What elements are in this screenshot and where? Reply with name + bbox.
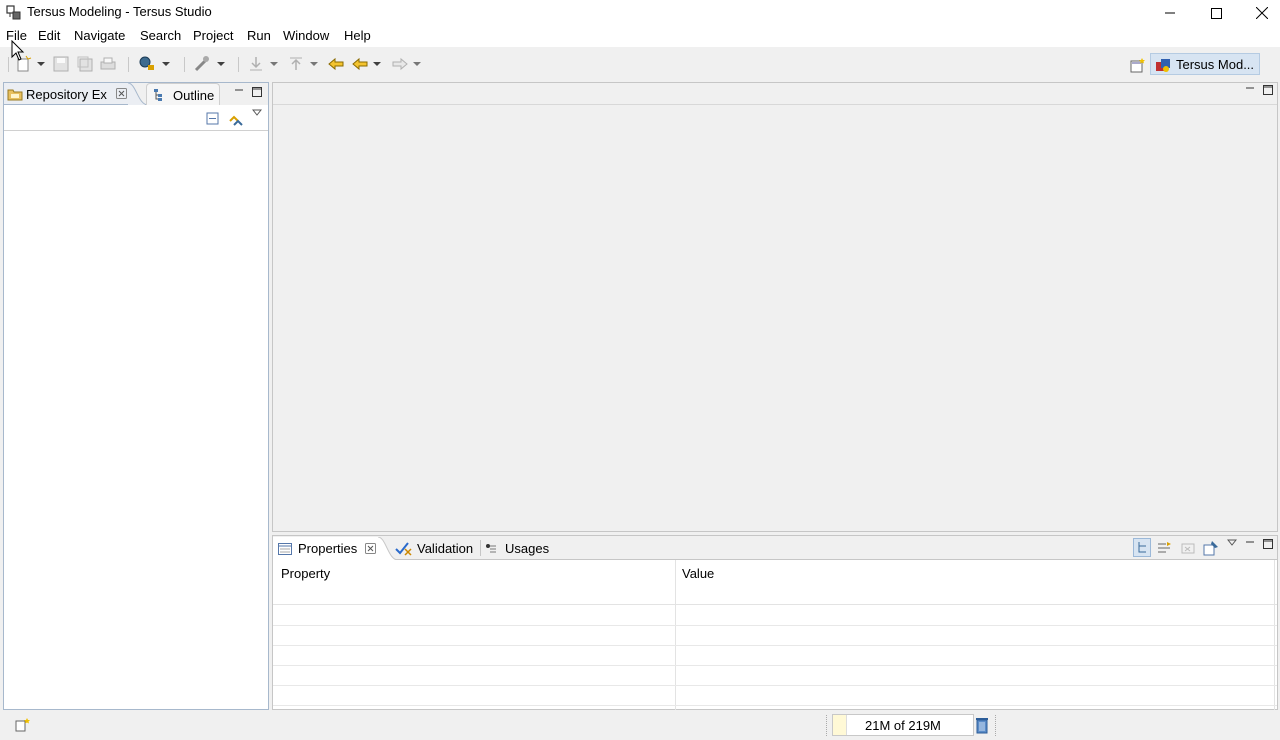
menu-edit[interactable]: Edit [38,28,60,43]
minimize-editor-icon[interactable] [1245,85,1255,95]
tab-repository-explorer[interactable]: Repository Ex [4,83,132,105]
tab-properties-label: Properties [298,541,358,556]
bottom-view-tabstrip: Properties Validation Usages [273,536,1277,560]
heap-usage-bar [833,715,847,735]
forward-button[interactable] [391,55,421,73]
view-menu-icon[interactable] [1227,539,1237,547]
tersus-perspective-icon [1156,59,1170,72]
open-perspective-button[interactable] [1130,56,1146,74]
import-button[interactable] [248,55,278,73]
view-menu-icon[interactable] [252,109,262,117]
back-history-button[interactable] [327,55,345,73]
print-button[interactable] [100,55,116,73]
left-view-tabstrip: Repository Ex Outline [4,83,268,105]
tab-properties[interactable]: Properties [273,537,381,560]
main-toolbar [0,47,1280,80]
back-history-icon [328,57,344,71]
validation-icon [395,541,412,556]
forward-icon [392,57,408,71]
properties-icon [278,542,292,555]
menu-search[interactable]: Search [140,28,181,43]
open-perspective-icon [1130,58,1145,73]
save-all-button[interactable] [77,55,93,73]
mouse-cursor-icon [11,40,25,61]
repository-tree[interactable] [4,131,268,709]
outline-icon [154,89,162,101]
column-value[interactable]: Value [682,566,714,581]
perspective-tersus-modeling[interactable]: Tersus Mod... [1150,53,1260,75]
usages-icon [486,543,496,552]
heap-status-text: 21M of 219M [865,718,941,733]
maximize-editor-icon[interactable] [1263,85,1273,95]
tab-repository-explorer-label: Repository Ex [26,87,107,102]
save-icon [53,56,69,72]
search-button[interactable] [138,55,170,73]
save-all-icon [77,56,93,72]
menu-window[interactable]: Window [283,28,329,43]
collapse-all-icon[interactable] [206,112,220,126]
repository-explorer-view: Repository Ex Outline [3,82,269,710]
show-categories-button[interactable] [1133,538,1151,557]
save-button[interactable] [53,55,69,73]
categories-icon [1138,542,1146,553]
show-advanced-icon[interactable] [1157,540,1173,556]
tab-validation-label: Validation [417,541,474,556]
tab-validation[interactable]: Validation [395,537,473,560]
menu-navigate[interactable]: Navigate [74,28,125,43]
import-icon [250,57,262,71]
tersus-app-icon [6,5,21,20]
menu-bar: File Edit Navigate Search Project Run Wi… [0,26,1280,47]
properties-view: Properties Validation Usages Property Va… [272,535,1278,710]
properties-table-header: Property Value [273,560,1277,605]
restore-default-icon[interactable] [1181,541,1195,555]
export-button[interactable] [288,55,318,73]
menu-help[interactable]: Help [344,28,371,43]
maximize-button[interactable] [1193,0,1239,26]
minimize-view-icon[interactable] [234,87,244,97]
link-with-editor-icon[interactable] [228,111,244,127]
maximize-view-icon[interactable] [252,87,262,97]
fast-view-icon[interactable] [15,717,31,733]
repository-icon [7,89,23,101]
maximize-icon [1210,7,1222,19]
editor-area [272,82,1278,532]
export-icon [290,57,302,70]
run-button[interactable] [193,55,225,73]
tab-usages[interactable]: Usages [485,537,549,560]
back-button[interactable] [351,55,381,73]
column-property[interactable]: Property [281,566,330,581]
close-tab-icon[interactable] [365,543,377,554]
close-icon [1256,7,1268,19]
tab-outline[interactable]: Outline [146,83,220,105]
back-icon [352,57,368,71]
print-icon [100,57,116,70]
title-bar: Tersus Modeling - Tersus Studio [0,0,1280,26]
perspective-label: Tersus Mod... [1176,57,1255,72]
menu-run[interactable]: Run [247,28,271,43]
window-title: Tersus Modeling - Tersus Studio [27,4,212,19]
tab-usages-label: Usages [505,541,550,556]
close-tab-icon[interactable] [116,88,127,99]
tab-outline-label: Outline [173,88,215,103]
garbage-collect-icon[interactable] [975,716,989,734]
search-icon [139,56,154,70]
menu-project[interactable]: Project [193,28,233,43]
run-icon [194,56,209,72]
close-button[interactable] [1239,0,1280,26]
minimize-icon [1165,12,1175,14]
editor-tabstrip [273,83,1277,105]
heap-status: 21M of 219M [832,714,974,736]
minimize-view-icon[interactable] [1245,539,1255,549]
left-view-toolbar [4,105,268,131]
pin-view-icon[interactable] [1203,540,1219,556]
status-bar: 21M of 219M [0,711,1280,740]
maximize-view-icon[interactable] [1263,539,1273,549]
minimize-button[interactable] [1147,0,1193,26]
